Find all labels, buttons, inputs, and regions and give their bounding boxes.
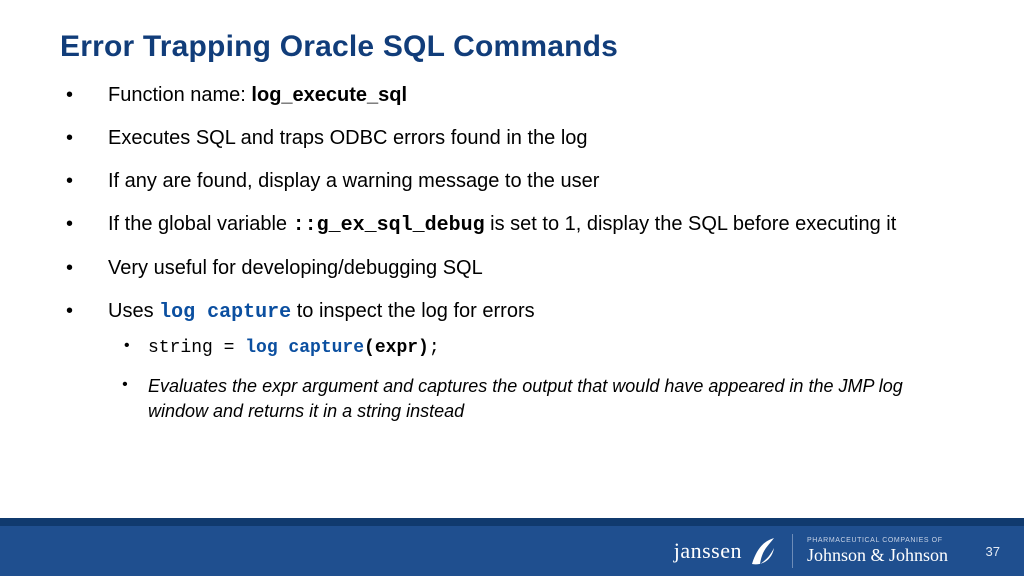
bullet-item: Function name: log_execute_sql: [60, 82, 964, 109]
brand-group: janssen PHARMACEUTICAL COMPANIES OF John…: [674, 534, 1000, 568]
jnj-logo: PHARMACEUTICAL COMPANIES OF Johnson & Jo…: [807, 537, 948, 564]
bullet-item: Executes SQL and traps ODBC errors found…: [60, 125, 964, 152]
text-run: to inspect the log for errors: [291, 300, 534, 322]
slide-footer: janssen PHARMACEUTICAL COMPANIES OF John…: [0, 518, 1024, 576]
code-text: (expr): [364, 338, 429, 358]
code-text: ::g_ex_sql_debug: [293, 214, 485, 237]
footer-main-bar: janssen PHARMACEUTICAL COMPANIES OF John…: [0, 526, 1024, 576]
text-run: Function name:: [108, 84, 251, 106]
code-text: string =: [148, 338, 245, 358]
text-run: Uses: [108, 300, 159, 322]
janssen-swoosh-icon: [748, 534, 778, 568]
footer-accent-bar: [0, 518, 1024, 526]
brand-divider: [792, 534, 793, 568]
text-run: is set to 1, display the SQL before exec…: [485, 213, 897, 235]
code-text: log capture: [159, 301, 291, 324]
bullet-item: If any are found, display a warning mess…: [60, 168, 964, 195]
page-number: 37: [980, 544, 1000, 559]
janssen-logo: janssen: [674, 534, 778, 568]
code-text: log_execute_sql: [251, 84, 407, 106]
sub-bullet-item: string = log capture(expr);: [108, 336, 964, 360]
bullet-list: Function name: log_execute_sql Executes …: [60, 82, 964, 423]
janssen-wordmark: janssen: [674, 538, 742, 564]
code-text: ;: [429, 338, 440, 358]
code-text: log capture: [245, 338, 364, 358]
sub-bullet-list: string = log capture(expr); Evaluates th…: [108, 336, 964, 423]
bullet-item: If the global variable ::g_ex_sql_debug …: [60, 211, 964, 239]
sub-bullet-item: Evaluates the expr argument and captures…: [108, 374, 964, 423]
slide-content: Function name: log_execute_sql Executes …: [0, 64, 1024, 423]
bullet-item: Uses log capture to inspect the log for …: [60, 298, 964, 423]
bullet-item: Very useful for developing/debugging SQL: [60, 255, 964, 282]
text-run: If the global variable: [108, 213, 293, 235]
jnj-wordmark: Johnson & Johnson: [807, 546, 948, 565]
slide: Error Trapping Oracle SQL Commands Funct…: [0, 0, 1024, 576]
slide-title: Error Trapping Oracle SQL Commands: [0, 0, 1024, 64]
jnj-tagline: PHARMACEUTICAL COMPANIES OF: [807, 537, 943, 544]
